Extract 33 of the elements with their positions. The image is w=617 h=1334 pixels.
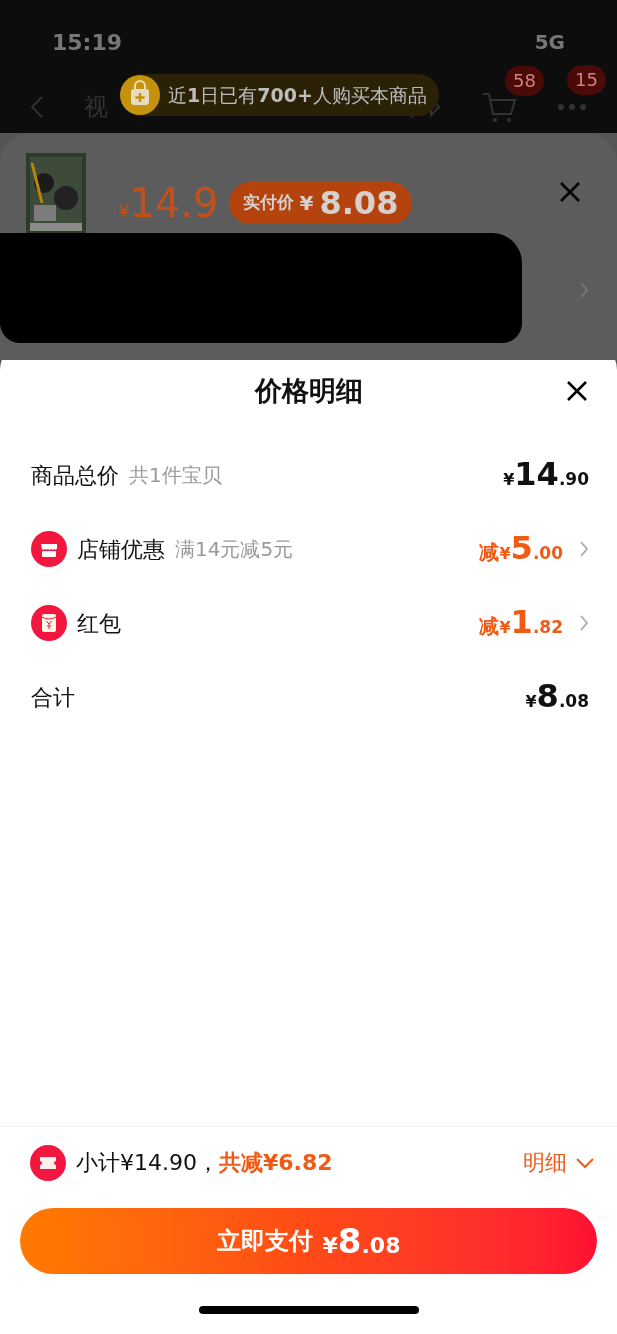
more-icon[interactable]: [557, 102, 587, 111]
pay-now-button[interactable]: 立即支付 ¥8.08: [20, 1208, 597, 1274]
saved-text: 共减¥6.82: [219, 1149, 333, 1177]
ticket-icon: [30, 1144, 66, 1181]
sheet-title: 价格明细: [254, 373, 363, 408]
chevron-right-icon: [579, 614, 589, 632]
row-label: 商品总价: [31, 461, 119, 490]
close-icon[interactable]: [566, 380, 588, 402]
shopping-bag-icon: [120, 75, 160, 115]
shop-icon: [31, 531, 67, 567]
amount: ¥8.08: [525, 679, 589, 715]
row-label: 红包: [77, 609, 121, 638]
row-label: 店铺优惠: [77, 535, 165, 564]
envelope-icon: [31, 605, 67, 641]
network-label: 5G: [534, 29, 565, 56]
subtotal-text: 小计¥14.90，: [76, 1149, 219, 1177]
product-price: ¥14.9: [118, 179, 219, 228]
status-time: 15:19: [52, 28, 123, 57]
actual-price-chip: 实付价 ¥ 8.08: [228, 182, 413, 224]
chevron-right-icon: [579, 540, 589, 558]
row-note: 共1件宝贝: [129, 462, 222, 489]
row-note: 满14元减5元: [175, 536, 294, 563]
amount: ¥14.90: [503, 457, 589, 493]
amount: 减¥1.82: [479, 605, 563, 641]
chevron-right-icon: [579, 281, 589, 299]
details-toggle[interactable]: 明细: [523, 1146, 595, 1179]
amount: 减¥5.00: [479, 531, 563, 567]
cart-badge: 58: [505, 65, 544, 96]
buyers-toast: 近1 日已有700+人购买本商品: [120, 74, 439, 116]
more-badge: 15: [567, 64, 606, 95]
row-label: 合计: [31, 683, 75, 712]
chevron-down-icon: [575, 1156, 595, 1169]
back-icon[interactable]: [30, 94, 44, 119]
